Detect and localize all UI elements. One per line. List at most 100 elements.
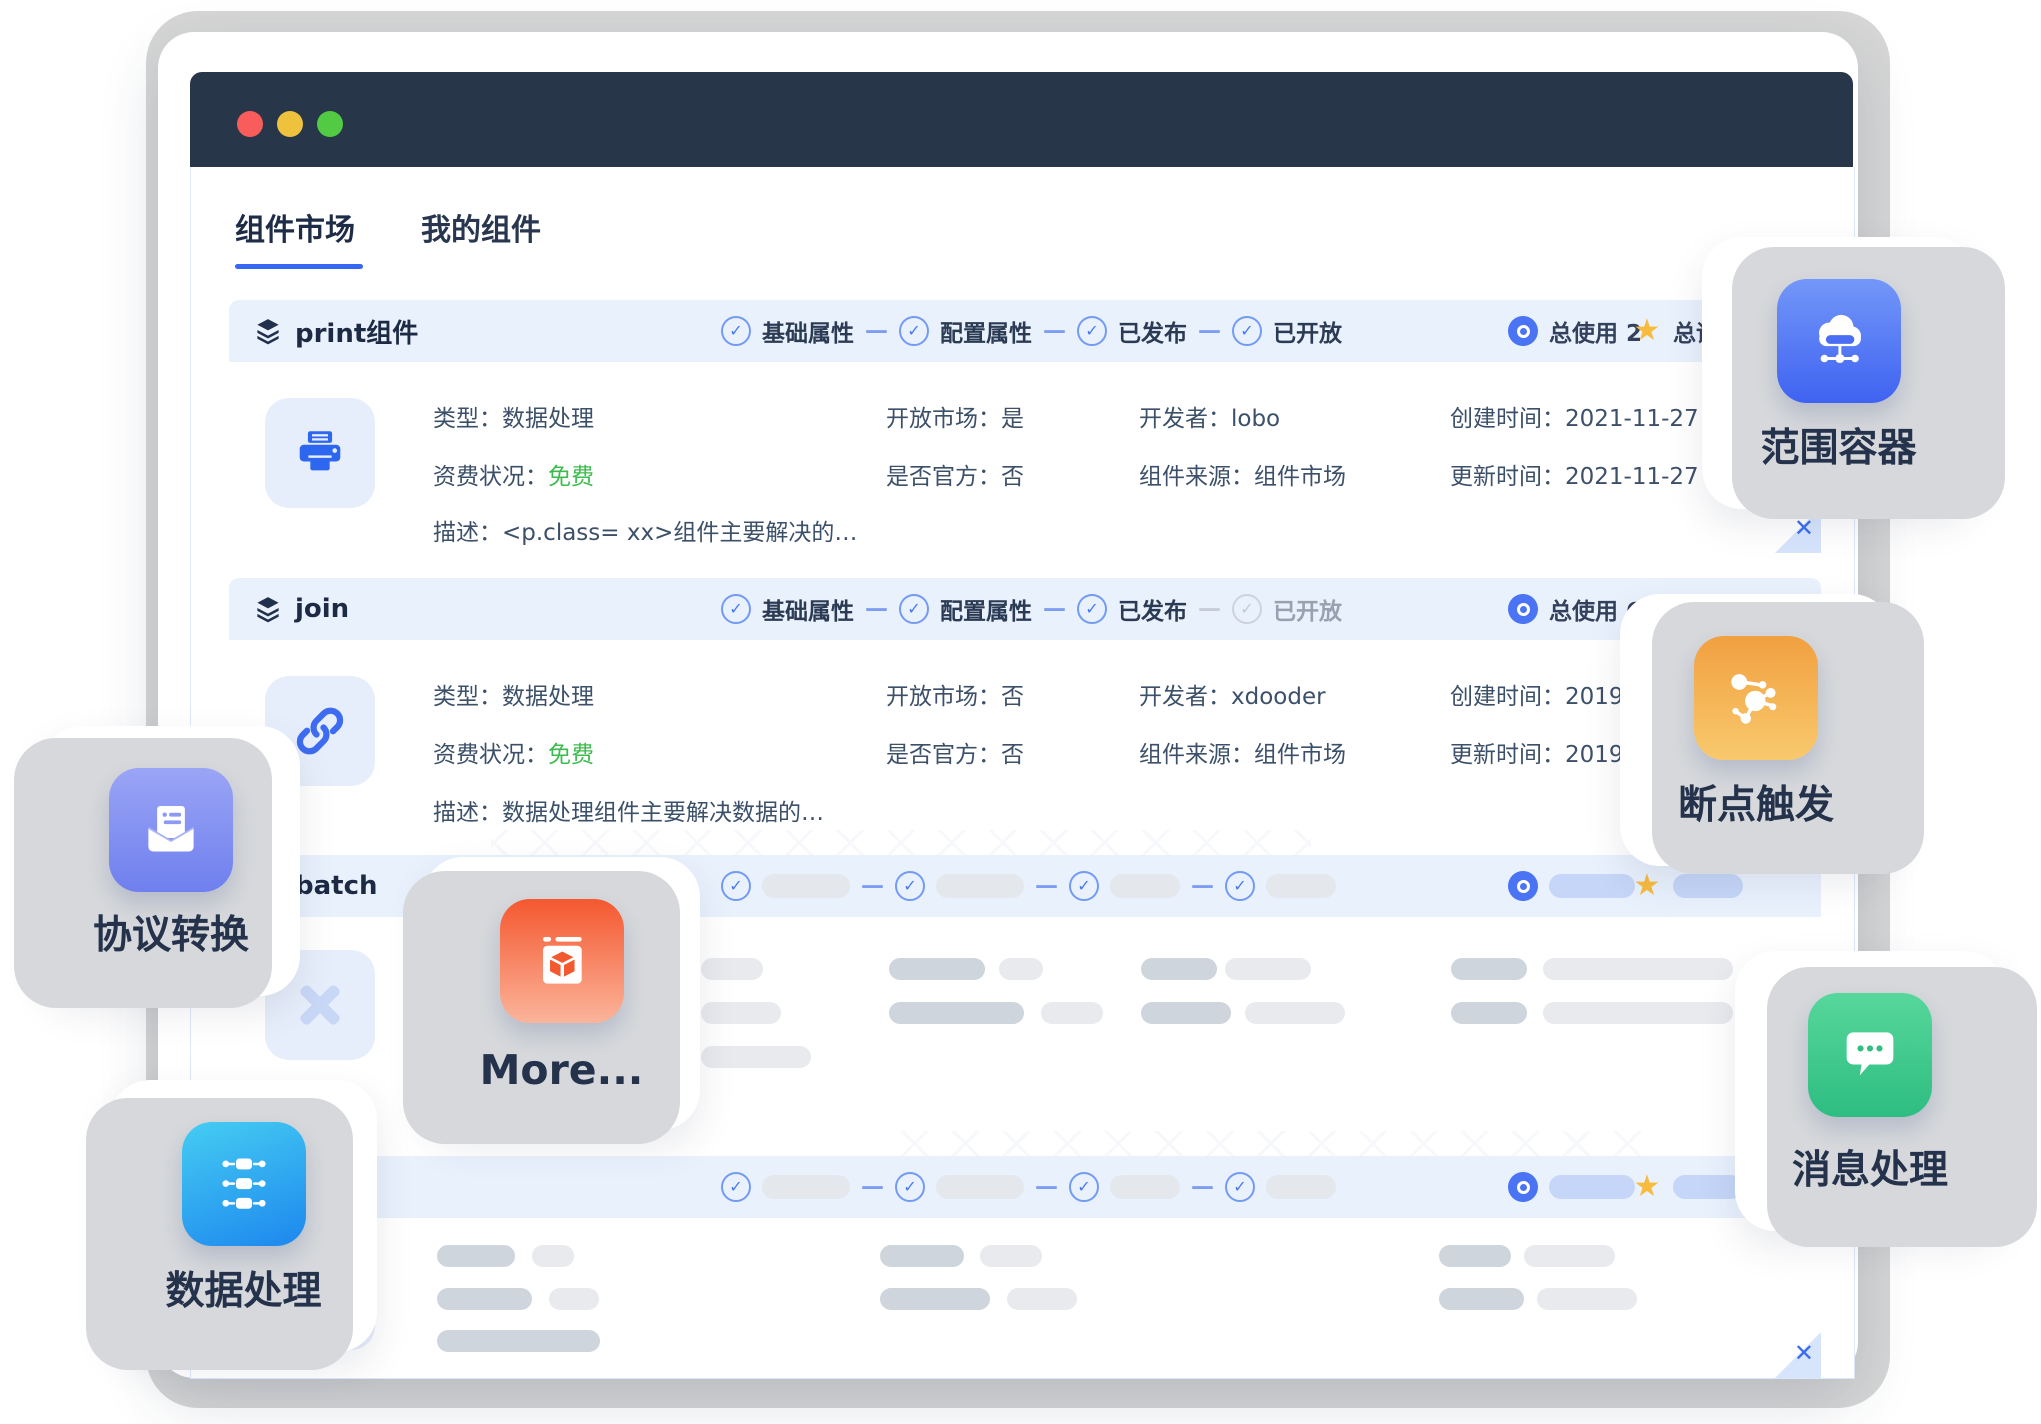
step-divider: — [1198,318,1221,344]
skeleton-pill [980,1245,1042,1267]
step-label: 已开放 [1273,314,1342,348]
check-circle-icon [721,1172,751,1202]
field-description: 描述：数据处理组件主要解决数据的… [433,799,824,829]
field-created: 创建时间：2019-1 [1450,683,1646,713]
screenshot-canvas: 组件市场 我的组件 print组件 [0,0,2041,1424]
skeleton-pill [1439,1288,1524,1310]
check-circle-icon [721,594,751,624]
skeleton-pill [1245,1002,1345,1024]
step-divider: — [1198,596,1221,622]
check-circle-icon [721,871,751,901]
skeleton-pill [1549,874,1635,898]
check-circle-icon [1232,594,1262,624]
skeleton-pill [1451,1002,1527,1024]
step-label: 配置属性 [940,592,1032,626]
node-tree-icon [182,1122,306,1246]
tab-component-market[interactable]: 组件市场 [235,205,355,249]
step-divider: — [1043,318,1066,344]
component-card-print[interactable]: print组件 基础属性 — 配置属性 — 已发布 — 已开放 [229,300,1821,553]
floating-card-data-processing[interactable]: 数据处理 [110,1080,377,1352]
step-divider: — [1191,1174,1214,1200]
traffic-light-red-icon[interactable] [237,111,263,137]
step-divider: — [1043,596,1066,622]
skeleton-pill [1537,1288,1637,1310]
floating-card-breakpoint-trigger[interactable]: 断点触发 [1620,594,1892,866]
skeleton-pill [936,874,1024,898]
eye-badge-icon [1508,1172,1538,1202]
check-circle-icon [895,1172,925,1202]
floating-card-label: More... [423,1046,700,1094]
step-label: 基础属性 [762,592,854,626]
link-icon [290,701,350,761]
skeleton-pill [1266,874,1336,898]
star-icon [1631,1171,1663,1203]
check-circle-icon [1225,871,1255,901]
status-steps: 基础属性 — 配置属性 — 已发布 — 已开放 [721,300,1342,362]
document-envelope-icon [109,768,233,892]
skeleton-pill [880,1245,964,1267]
content-panel: 组件市场 我的组件 print组件 [190,167,1855,1379]
usage-label: 总使用 2 [1549,314,1642,348]
field-open-market: 开放市场：是 [886,405,1024,435]
floating-card-protocol-conversion[interactable]: 协议转换 [42,726,300,996]
floating-card-more[interactable]: More... [423,857,700,1130]
floating-card-range-container[interactable]: 范围容器 [1702,237,1975,509]
component-card-skeleton[interactable]: — — — [229,1156,1821,1378]
skeleton-pill [437,1330,600,1352]
skeleton-pill [1673,874,1743,898]
status-steps-skeleton: — — — [721,1156,1336,1218]
skeleton-pill [701,1046,811,1068]
check-circle-icon [1077,594,1107,624]
skeleton-pill [1439,1245,1511,1267]
component-card-join[interactable]: join 基础属性 — 配置属性 — 已发布 — 已开放 [229,578,1821,830]
tab-my-components[interactable]: 我的组件 [421,205,541,249]
chat-bubble-icon [1808,993,1932,1117]
eye-badge-icon [1508,594,1538,624]
status-steps-skeleton: — — — [721,855,1336,917]
skeleton-pill [1549,1175,1635,1199]
skeleton-pill [1524,1245,1615,1267]
field-source: 组件来源：组件市场 [1139,741,1346,771]
browser-window: 组件市场 我的组件 print组件 [158,32,1858,1378]
skeleton-pill [1141,958,1217,980]
eye-badge-icon [1508,871,1538,901]
field-fee: 资费状况：免费 [433,463,594,493]
skeleton-pill [1266,1175,1336,1199]
skeleton-pill [1543,1002,1733,1024]
field-updated: 更新时间：2019-1 [1450,741,1646,771]
field-developer: 开发者：lobo [1139,405,1280,435]
active-tab-underline [235,264,363,269]
collapse-corner-button[interactable] [1775,1332,1821,1378]
field-source: 组件来源：组件市场 [1139,463,1346,493]
step-divider: — [1035,1174,1058,1200]
floating-card-label: 范围容器 [1702,417,1975,473]
traffic-light-green-icon[interactable] [317,111,343,137]
field-official: 是否官方：否 [886,463,1024,493]
field-type: 类型：数据处理 [433,405,594,435]
floating-card-label: 断点触发 [1620,774,1892,830]
traffic-light-yellow-icon[interactable] [277,111,303,137]
star-icon [1631,870,1663,902]
skeleton-pill [889,1002,1024,1024]
status-steps: 基础属性 — 配置属性 — 已发布 — 已开放 [721,578,1342,640]
cube-window-icon [500,899,624,1023]
floating-card-message-processing[interactable]: 消息处理 [1735,951,2005,1231]
field-open-market: 开放市场：否 [886,683,1024,713]
skeleton-pill [999,958,1043,980]
step-divider: — [861,1174,884,1200]
skeleton-pill [1007,1288,1077,1310]
step-divider: — [1191,873,1214,899]
skeleton-pill [1141,1002,1231,1024]
check-circle-icon [1077,316,1107,346]
layers-icon [253,316,283,346]
step-divider: — [861,873,884,899]
card-name-label: print组件 [295,313,418,350]
floating-card-label: 消息处理 [1735,1139,2005,1195]
check-circle-icon [1232,316,1262,346]
star-icon [1631,315,1663,347]
check-circle-icon [721,316,751,346]
check-circle-icon [1069,1172,1099,1202]
usage-counter-skeleton [1508,855,1635,917]
check-circle-icon [895,871,925,901]
step-divider: — [1035,873,1058,899]
